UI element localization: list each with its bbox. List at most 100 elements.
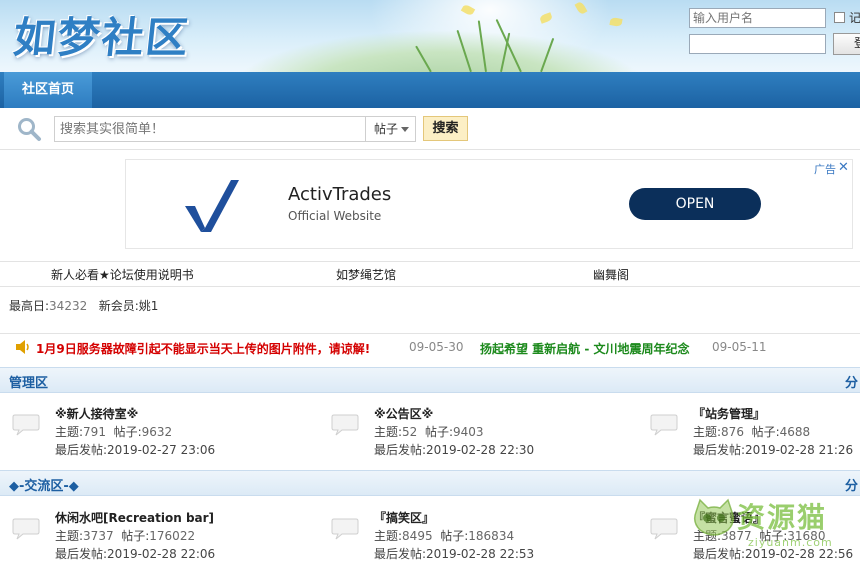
- last-post-label: 最后发帖:: [374, 443, 427, 457]
- forum-last-post: 最后发帖:2019-02-28 22:06: [55, 545, 215, 562]
- main-nav: 社区首页: [0, 72, 860, 108]
- username-input[interactable]: [689, 8, 826, 28]
- chat-bubble-icon: [331, 518, 359, 540]
- quick-links-row: 新人必看★论坛使用说明书 如梦绳艺馆 幽舞阁: [0, 261, 860, 287]
- chat-bubble-icon: [331, 414, 359, 436]
- posts-count: 9403: [453, 425, 484, 439]
- category-header: 管理区 分: [0, 367, 860, 393]
- announcement-link[interactable]: 1月9日服务器故障引起不能显示当天上传的图片附件，请谅解!: [36, 340, 370, 357]
- forum-item[interactable]: 休闲水吧[Recreation bar] 主题:3737 帖子:176022 最…: [0, 498, 280, 562]
- max-day-label: 最高日:: [9, 299, 50, 313]
- forum-name[interactable]: 『站务管理』: [693, 405, 765, 422]
- search-type-label: 帖子: [374, 122, 399, 136]
- quick-link-rope-art[interactable]: 如梦绳艺馆: [336, 266, 396, 283]
- announcement-date: 09-05-30: [409, 340, 464, 354]
- posts-label: 帖子:: [424, 425, 454, 439]
- forum-name[interactable]: ※公告区※: [374, 405, 433, 422]
- forum-counts: 主题:791 帖子:9632: [55, 423, 172, 440]
- forum-last-post: 最后发帖:2019-02-27 23:06: [55, 441, 215, 458]
- posts-count: 176022: [149, 529, 196, 543]
- speaker-icon: [16, 340, 29, 354]
- close-icon[interactable]: ✕: [838, 160, 849, 175]
- posts-count: 9632: [141, 425, 173, 439]
- cat-face-icon: [693, 498, 735, 536]
- forum-counts: 主题:876 帖子:4688: [693, 423, 810, 440]
- ad-title: ActivTrades: [288, 184, 392, 205]
- topics-count: 8495: [402, 529, 433, 543]
- ad-label: 广告: [814, 163, 836, 176]
- forum-item[interactable]: 『搞笑区』 主题:8495 帖子:186834 最后发帖:2019-02-28 …: [319, 498, 599, 562]
- last-post-time[interactable]: 2019-02-27 23:06: [107, 443, 215, 457]
- topics-label: 主题:: [693, 425, 722, 439]
- topics-count: 52: [402, 425, 418, 439]
- nav-tab-home[interactable]: 社区首页: [4, 72, 92, 108]
- category-toggle[interactable]: 分: [845, 475, 858, 494]
- chat-bubble-icon: [12, 518, 40, 540]
- forum-last-post: 最后发帖:2019-02-28 22:53: [374, 545, 534, 562]
- max-day-value: 34232: [49, 299, 88, 313]
- watermark-text: 资源猫: [737, 501, 828, 534]
- posts-label: 帖子:: [121, 529, 150, 543]
- posts-label: 帖子:: [751, 425, 780, 439]
- last-post-time[interactable]: 2019-02-28 22:53: [426, 547, 534, 561]
- search-icon: [18, 118, 41, 141]
- ad-subtitle: Official Website: [288, 209, 382, 223]
- login-button[interactable]: 登: [833, 33, 860, 55]
- announcement-bar: 1月9日服务器故障引起不能显示当天上传的图片附件，请谅解! 09-05-30 扬…: [0, 333, 860, 361]
- watermark-url: ziyuanm.com: [748, 536, 833, 549]
- search-button[interactable]: 搜索: [423, 116, 468, 141]
- remember-label: 记: [849, 11, 860, 25]
- forum-counts: 主题:52 帖子:9403: [374, 423, 484, 440]
- announcement-date: 09-05-11: [712, 340, 767, 354]
- last-post-label: 最后发帖:: [374, 547, 427, 561]
- header-banner: 如梦社区 记 登: [0, 0, 860, 72]
- category-header: ◆-交流区-◆ 分: [0, 470, 860, 496]
- search-type-select[interactable]: 帖子: [366, 116, 416, 142]
- posts-count: 4688: [779, 425, 811, 439]
- chat-bubble-icon: [650, 518, 678, 540]
- site-watermark: 资源猫 ziyuanm.com: [690, 494, 860, 565]
- chevron-down-icon: [401, 127, 410, 132]
- password-input[interactable]: [689, 34, 826, 54]
- last-post-label: 最后发帖:: [55, 547, 108, 561]
- quick-link-guide[interactable]: 新人必看★论坛使用说明书: [51, 266, 194, 283]
- forum-name[interactable]: 休闲水吧[Recreation bar]: [55, 509, 214, 526]
- forum-item[interactable]: ※公告区※ 主题:52 帖子:9403 最后发帖:2019-02-28 22:3…: [319, 394, 599, 458]
- forum-counts: 主题:8495 帖子:186834: [374, 527, 514, 544]
- quick-link-dance[interactable]: 幽舞阁: [593, 266, 629, 283]
- chat-bubble-icon: [12, 414, 40, 436]
- banner-hills: [230, 30, 650, 72]
- forum-item[interactable]: ※新人接待室※ 主题:791 帖子:9632 最后发帖:2019-02-27 2…: [0, 394, 280, 458]
- forum-item[interactable]: 『站务管理』 主题:876 帖子:4688 最后发帖:2019-02-28 21…: [638, 394, 860, 458]
- posts-count: 186834: [468, 529, 515, 543]
- forum-counts: 主题:3737 帖子:176022: [55, 527, 195, 544]
- topics-count: 876: [721, 425, 744, 439]
- newest-member-link[interactable]: 姚1: [139, 299, 159, 313]
- forum-stats: 最高日:34232 新会员:姚1: [9, 297, 158, 314]
- forum-name[interactable]: 『搞笑区』: [374, 509, 434, 526]
- newest-member-label: 新会员:: [98, 299, 139, 313]
- category-title[interactable]: 管理区: [9, 372, 48, 391]
- topics-label: 主题:: [55, 529, 84, 543]
- category-title[interactable]: ◆-交流区-◆: [9, 475, 79, 494]
- advertisement-banner[interactable]: ActivTrades Official Website OPEN 广告 ✕: [125, 159, 853, 249]
- forum-name[interactable]: ※新人接待室※: [55, 405, 138, 422]
- topics-label: 主题:: [55, 425, 84, 439]
- search-input[interactable]: [54, 116, 366, 142]
- topics-count: 791: [83, 425, 106, 439]
- posts-label: 帖子:: [440, 529, 469, 543]
- posts-label: 帖子:: [113, 425, 142, 439]
- last-post-time[interactable]: 2019-02-28 21:26: [745, 443, 853, 457]
- last-post-time[interactable]: 2019-02-28 22:30: [426, 443, 534, 457]
- last-post-time[interactable]: 2019-02-28 22:06: [107, 547, 215, 561]
- announcement-link[interactable]: 扬起希望 重新启航 - 文川地震周年纪念: [480, 340, 690, 357]
- topics-count: 3737: [83, 529, 114, 543]
- last-post-label: 最后发帖:: [55, 443, 108, 457]
- site-logo[interactable]: 如梦社区: [11, 4, 193, 65]
- activtrades-check-logo: [185, 180, 239, 232]
- category-toggle[interactable]: 分: [845, 372, 858, 391]
- remember-checkbox[interactable]: [834, 12, 845, 23]
- chat-bubble-icon: [650, 414, 678, 436]
- topics-label: 主题:: [374, 529, 403, 543]
- ad-open-button[interactable]: OPEN: [629, 188, 761, 220]
